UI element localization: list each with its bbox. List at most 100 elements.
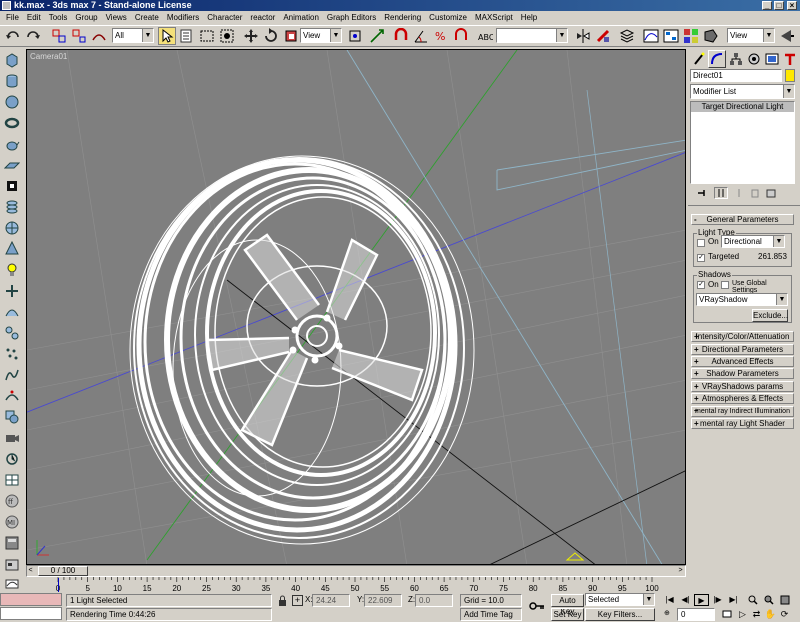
select-object-icon[interactable] (158, 27, 176, 45)
exclude-button[interactable]: Exclude... (752, 309, 788, 322)
menu-graph-editors[interactable]: Graph Editors (327, 13, 376, 22)
prev-frame-icon[interactable]: < (26, 566, 35, 576)
rollout-general-parameters[interactable]: - General Parameters (691, 214, 794, 225)
tab-display[interactable] (764, 51, 780, 67)
rollout-vrayshadows-params[interactable]: + VRayShadows params (691, 381, 794, 392)
spinner-snap-icon[interactable] (452, 27, 470, 45)
create-tube-icon[interactable] (3, 178, 21, 194)
create-system-icon[interactable] (3, 325, 21, 341)
track-bar[interactable]: 0510152025303540455055606570758085909510… (5, 577, 686, 593)
create-patch-icon[interactable] (3, 472, 21, 488)
scale-icon[interactable] (282, 27, 300, 45)
menu-character[interactable]: Character (207, 13, 242, 22)
object-color-swatch[interactable] (785, 69, 795, 82)
create-particles-icon[interactable] (3, 346, 21, 362)
y-coord-field[interactable]: 22.609 (364, 594, 402, 607)
maxscript-mini-listener[interactable] (0, 593, 62, 606)
field-of-view-icon[interactable]: ▷ (736, 608, 749, 620)
create-spline-icon[interactable] (3, 367, 21, 383)
select-by-name-icon[interactable] (178, 27, 196, 45)
add-time-tag[interactable]: Add Time Tag (460, 608, 522, 621)
create-extras-icon[interactable]: MI (3, 514, 21, 530)
x-coord-field[interactable]: 24.24 (312, 594, 350, 607)
menu-file[interactable]: File (6, 13, 19, 22)
menu-maxscript[interactable]: MAXScript (475, 13, 513, 22)
rollout-directional-parameters[interactable]: + Directional Parameters (691, 344, 794, 355)
named-selection-select[interactable]: ▼ (496, 28, 568, 43)
tab-create[interactable] (691, 51, 707, 67)
lock-icon[interactable] (276, 594, 288, 607)
key-filters-button[interactable]: Key Filters... (585, 608, 655, 621)
create-compound-icon[interactable] (3, 409, 21, 425)
undo-icon[interactable] (4, 27, 22, 45)
create-lights-icon[interactable] (3, 262, 21, 278)
create-teapot-icon[interactable] (3, 136, 21, 152)
edit-named-selection-icon[interactable]: ABC (476, 27, 494, 45)
unlink-icon[interactable] (70, 27, 88, 45)
menu-rendering[interactable]: Rendering (384, 13, 421, 22)
previous-frame-icon[interactable]: ◀| (678, 594, 693, 606)
rollout-mental-ray-shader[interactable]: + mental ray Light Shader (691, 418, 794, 429)
stack-item[interactable]: Target Directional Light (691, 102, 794, 112)
go-to-end-icon[interactable]: ▶| (726, 594, 741, 606)
object-name-field[interactable]: Direct01 (690, 69, 782, 82)
rect-selection-icon[interactable] (198, 27, 216, 45)
selection-filter-select[interactable]: All ▼ (112, 28, 154, 43)
align-icon[interactable] (594, 27, 612, 45)
play-icon[interactable]: ▶ (694, 594, 709, 606)
viewport-label[interactable]: Camera01 (30, 52, 67, 61)
light-on-checkbox[interactable] (697, 239, 705, 247)
create-mesh-icon[interactable]: ff (3, 493, 21, 509)
create-cylinder-icon[interactable] (3, 73, 21, 89)
render-scene-icon[interactable] (702, 27, 720, 45)
rollout-intensity[interactable]: + Intensity/Color/Attenuation (691, 331, 794, 342)
menu-group[interactable]: Group (75, 13, 97, 22)
tab-utilities[interactable] (782, 51, 798, 67)
go-to-start-icon[interactable]: |◀ (662, 594, 677, 606)
use-global-checkbox[interactable] (721, 281, 729, 289)
create-nurbs-icon[interactable] (3, 388, 21, 404)
render-view-select[interactable]: View ▼ (727, 28, 775, 43)
remove-modifier-icon[interactable] (748, 187, 762, 199)
key-mode-toggle-icon[interactable]: ⊕ (664, 609, 670, 617)
rotate-icon[interactable] (262, 27, 280, 45)
orbit-icon[interactable]: ⟳ (778, 608, 791, 620)
modifier-list-select[interactable]: Modifier List ▼ (690, 84, 795, 99)
bind-space-warp-icon[interactable] (90, 27, 108, 45)
zoom-extents-icon[interactable] (778, 594, 791, 606)
z-coord-field[interactable]: 0.0 (415, 594, 453, 607)
mini-curve-editor-icon[interactable] (0, 577, 24, 591)
curve-editor-icon[interactable] (642, 27, 660, 45)
configure-modifier-sets-icon[interactable] (764, 187, 778, 199)
key-mode-select[interactable]: Selected ▼ (585, 593, 655, 606)
key-icon[interactable] (528, 599, 546, 613)
create-helper-icon[interactable] (3, 283, 21, 299)
pin-stack-icon[interactable] (695, 187, 709, 199)
tab-hierarchy[interactable] (728, 51, 744, 67)
ref-coord-select[interactable]: View ▼ (300, 28, 342, 43)
create-geosphere-icon[interactable] (3, 220, 21, 236)
current-frame-field[interactable]: 0 (677, 608, 715, 621)
close-button[interactable]: × (787, 1, 797, 10)
menu-tools[interactable]: Tools (49, 13, 68, 22)
menu-help[interactable]: Help (521, 13, 537, 22)
rollout-shadow-parameters[interactable]: + Shadow Parameters (691, 368, 794, 379)
create-plane-icon[interactable] (3, 157, 21, 173)
next-frame-icon[interactable]: |▶ (710, 594, 725, 606)
next-frame-icon[interactable]: > (676, 566, 685, 576)
zoom-icon[interactable] (746, 594, 759, 606)
create-box-icon[interactable] (3, 52, 21, 68)
create-pyramid-icon[interactable] (3, 199, 21, 215)
quick-render-icon[interactable] (778, 27, 796, 45)
show-end-result-icon[interactable] (714, 187, 728, 199)
rollout-atmospheres-effects[interactable]: + Atmospheres & Effects (691, 393, 794, 404)
make-unique-icon[interactable] (732, 187, 746, 199)
absolute-mode-icon[interactable]: + (292, 595, 303, 606)
time-slider-thumb[interactable]: 0 / 100 (38, 566, 88, 576)
schematic-view-icon[interactable] (662, 27, 680, 45)
menu-customize[interactable]: Customize (429, 13, 467, 22)
minimize-button[interactable]: _ (762, 1, 772, 10)
modifier-stack[interactable]: Target Directional Light (690, 101, 795, 184)
auto-key-button[interactable]: Auto Key (551, 594, 584, 616)
light-type-select[interactable]: Directional ▼ (721, 235, 785, 248)
